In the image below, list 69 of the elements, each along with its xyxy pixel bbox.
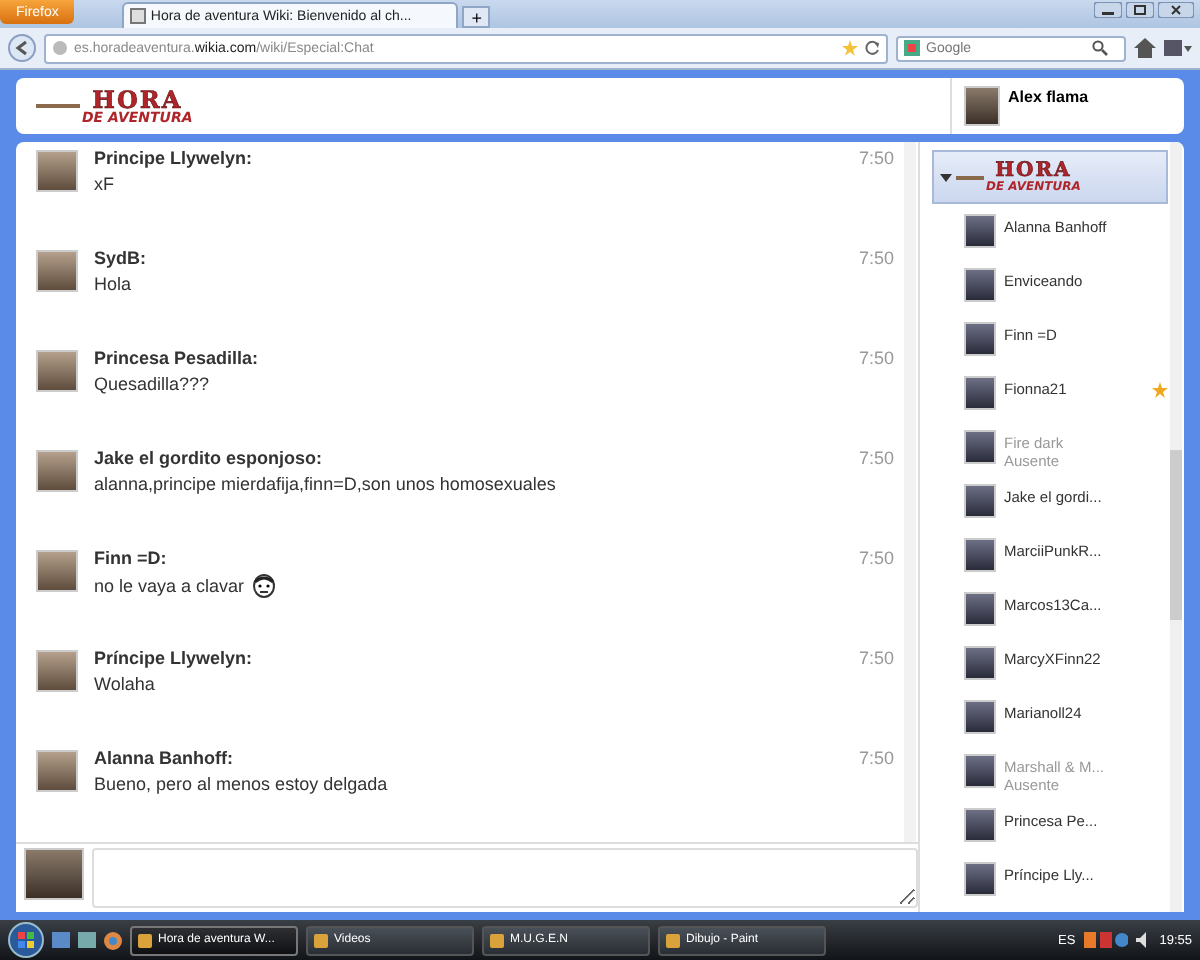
message-time: 7:50: [858, 548, 894, 568]
user-avatar: [964, 484, 996, 518]
message-author: Alanna Banhoff:: [94, 748, 233, 768]
user-avatar: [964, 430, 996, 464]
user-avatar: [964, 214, 996, 248]
home-icon[interactable]: [1134, 38, 1156, 58]
caret-icon[interactable]: [940, 173, 952, 181]
close-icon[interactable]: [1158, 2, 1194, 18]
user-avatar: [36, 650, 78, 692]
new-tab-button[interactable]: +: [462, 6, 491, 28]
user-avatar: [36, 250, 78, 292]
message-author: Jake el gordito esponjoso:: [94, 448, 323, 468]
bookmarks-icon[interactable]: [1164, 38, 1192, 58]
start-button-icon[interactable]: [8, 922, 44, 958]
star-icon[interactable]: [842, 40, 858, 56]
message-time: 7:50: [858, 648, 894, 668]
message-text: alanna,principe mierdafija,finn=D,son unos homosexuales: [94, 474, 556, 494]
message-time: 7:50: [858, 148, 894, 168]
user-avatar: [24, 848, 84, 900]
user-name[interactable]: Alex flama: [1008, 88, 1089, 106]
user-avatar: [964, 646, 996, 680]
page-icon: [130, 8, 147, 24]
user-avatar: [36, 450, 78, 492]
logo-text: HORA: [995, 161, 1072, 181]
app-icon: [490, 933, 504, 947]
user-avatar: [964, 862, 996, 896]
message-time: 7:50: [858, 248, 894, 268]
message-input[interactable]: [92, 848, 918, 908]
volume-icon[interactable]: [1135, 932, 1152, 948]
message-author: Principe Llywelyn:: [94, 148, 253, 168]
user-avatar: [964, 592, 996, 626]
message-text: no le vaya a clavar: [94, 576, 245, 596]
message-text: Hola: [94, 274, 132, 294]
message-time: 7:50: [858, 348, 894, 368]
message-text: xF: [94, 174, 114, 194]
emoticon-icon: [252, 574, 277, 598]
app-icon: [666, 933, 680, 947]
minimize-icon[interactable]: [1094, 2, 1122, 18]
logo-text: HORA: [92, 87, 183, 111]
search-icon[interactable]: [1092, 40, 1108, 56]
user-avatar: [36, 750, 78, 792]
message-text: Wolaha: [94, 674, 155, 694]
message-author: SydB:: [94, 248, 147, 268]
user-avatar: [964, 322, 996, 356]
user-avatar: [964, 86, 1000, 126]
user-avatar: [964, 754, 996, 788]
maximize-icon[interactable]: [1126, 2, 1154, 18]
user-avatar: [36, 150, 78, 192]
message-author: Finn =D:: [94, 548, 167, 568]
message-time: 7:50: [858, 448, 894, 468]
message-text: Quesadilla???: [94, 374, 210, 394]
user-avatar: [964, 376, 996, 410]
user-avatar: [36, 350, 78, 392]
browser-icon[interactable]: [104, 931, 122, 949]
reload-icon[interactable]: [864, 40, 880, 56]
back-icon[interactable]: [8, 34, 36, 62]
app-icon: [314, 933, 328, 947]
user-avatar: [36, 550, 78, 592]
tray-icons: [1083, 932, 1128, 948]
app-icon: [138, 933, 152, 947]
message-text: Bueno, pero al menos estoy delgada: [94, 774, 388, 794]
user-avatar: [964, 538, 996, 572]
message-author: Príncipe Llywelyn:: [94, 648, 253, 668]
search-engine-icon: [904, 40, 920, 56]
message-time: 7:50: [858, 748, 894, 768]
user-avatar: [964, 700, 996, 734]
user-avatar: [964, 268, 996, 302]
user-avatar: [964, 808, 996, 842]
message-author: Princesa Pesadilla:: [94, 348, 259, 368]
